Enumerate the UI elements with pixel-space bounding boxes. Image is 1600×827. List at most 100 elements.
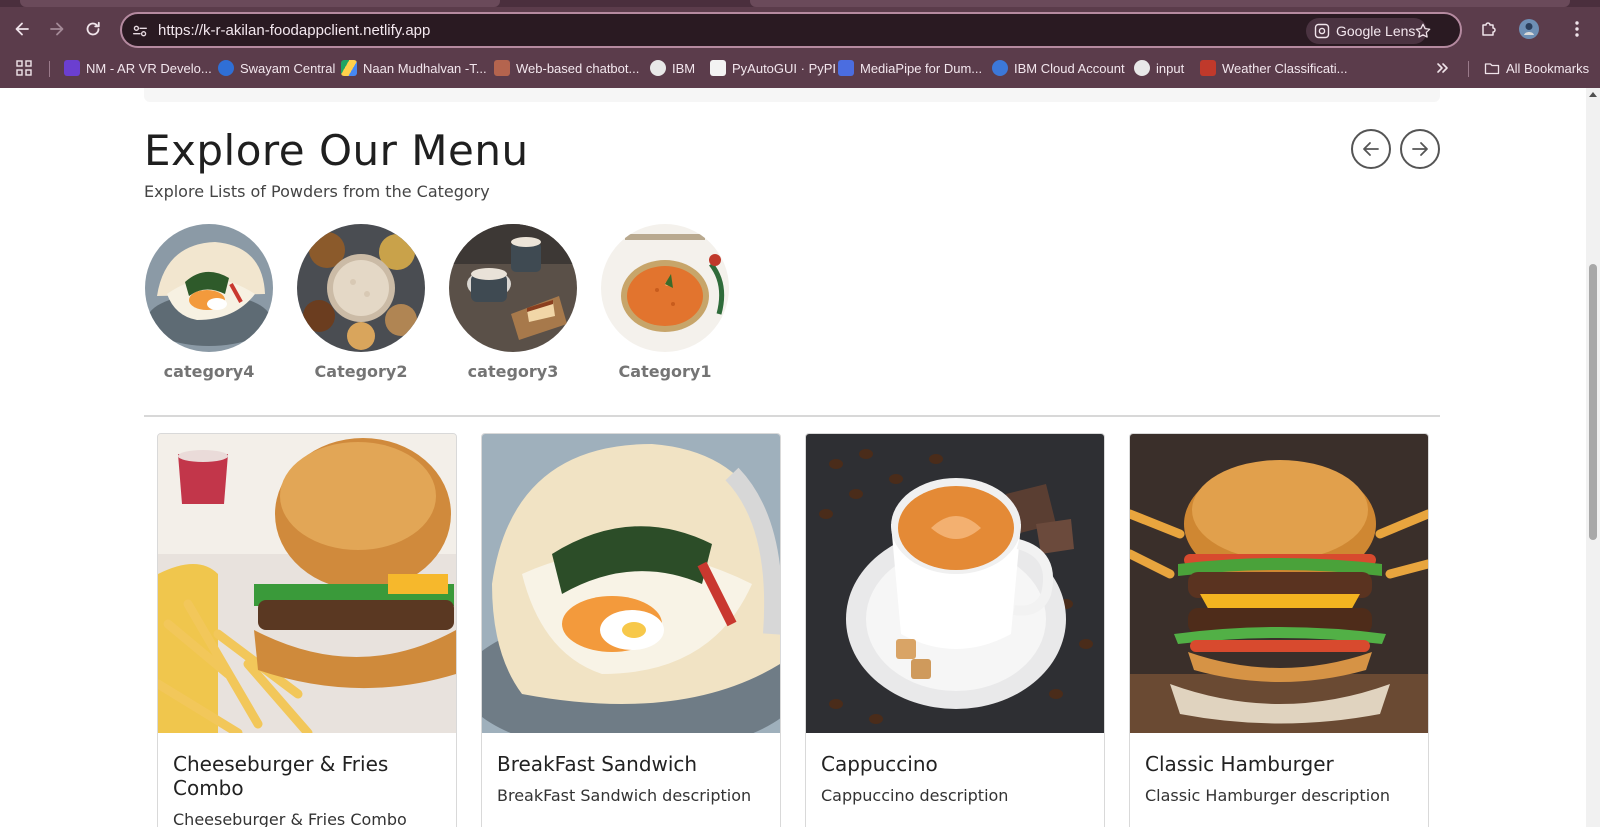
category-image[interactable] xyxy=(297,224,425,352)
arrow-left-icon xyxy=(15,22,29,36)
category-image[interactable] xyxy=(449,224,577,352)
bookmark-label: Web-based chatbot... xyxy=(516,60,640,76)
reload-icon xyxy=(86,21,100,36)
tab[interactable] xyxy=(750,0,1570,7)
category-image[interactable] xyxy=(601,224,729,352)
lens-icon xyxy=(1314,23,1330,39)
bookmark-item[interactable]: Web-based chatbot... xyxy=(494,55,639,81)
food-title[interactable]: Cappuccino xyxy=(821,752,1091,776)
carousel-prev-button[interactable] xyxy=(1351,129,1391,169)
food-description: Cappuccino description xyxy=(821,786,1009,805)
food-description: Cheeseburger & Fries Combo xyxy=(173,810,407,827)
food-title[interactable]: BreakFast Sandwich xyxy=(497,752,767,776)
forward-button[interactable] xyxy=(42,14,72,44)
food-card[interactable]: Cheeseburger & Fries Combo Cheeseburger … xyxy=(157,433,457,827)
bookmark-item[interactable]: IBM Cloud Account xyxy=(992,55,1125,81)
food-image[interactable] xyxy=(482,434,780,733)
bookmark-label: Weather Classificati... xyxy=(1222,60,1348,76)
bookmark-item[interactable]: IBM xyxy=(650,55,695,81)
bookmark-label: MediaPipe for Dum... xyxy=(860,60,983,76)
food-description: BreakFast Sandwich description xyxy=(497,786,752,805)
address-bar[interactable]: https://k-r-akilan-foodappclient.netlify… xyxy=(120,12,1462,48)
bookmark-favicon-icon xyxy=(1200,60,1216,76)
bookmark-label: Naan Mudhalvan -T... xyxy=(363,60,487,76)
category-item[interactable]: category4 xyxy=(145,224,273,381)
page-content: Explore Our Menu Explore Lists of Powder… xyxy=(0,88,1586,827)
food-card[interactable]: BreakFast Sandwich BreakFast Sandwich de… xyxy=(481,433,781,827)
browser-chrome: https://k-r-akilan-foodappclient.netlify… xyxy=(0,0,1600,88)
category-label[interactable]: Category1 xyxy=(601,362,729,381)
bookmark-label: input xyxy=(1156,60,1185,76)
bookmark-item[interactable]: Weather Classificati... xyxy=(1200,55,1347,81)
google-lens-button[interactable]: Google Lens xyxy=(1306,18,1428,44)
food-image[interactable] xyxy=(1130,434,1428,733)
bookmarks-separator xyxy=(1468,61,1469,77)
bookmark-star-button[interactable] xyxy=(1412,20,1434,42)
food-title[interactable]: Classic Hamburger xyxy=(1145,752,1415,776)
scrollbar-thumb[interactable] xyxy=(1589,264,1597,540)
category-label[interactable]: Category2 xyxy=(297,362,425,381)
bookmarks-separator xyxy=(49,61,50,77)
tab-strip xyxy=(0,0,1600,7)
bookmark-favicon-icon xyxy=(218,60,234,76)
menu-title: Explore Our Menu xyxy=(144,126,529,175)
food-card[interactable]: Classic Hamburger Classic Hamburger desc… xyxy=(1129,433,1429,827)
section-divider xyxy=(144,415,1440,417)
reload-button[interactable] xyxy=(78,14,108,44)
mediapipe-icon xyxy=(838,60,854,76)
drive-icon xyxy=(341,60,357,76)
arrow-right-icon xyxy=(1412,142,1428,156)
food-image[interactable] xyxy=(158,434,456,733)
profile-avatar[interactable] xyxy=(1514,14,1544,44)
bookmark-item[interactable]: Naan Mudhalvan -T... xyxy=(341,55,487,81)
category-item[interactable]: category3 xyxy=(449,224,577,381)
previous-section-edge xyxy=(144,88,1440,102)
kebab-menu-icon xyxy=(1575,21,1579,37)
bookmark-item[interactable]: MediaPipe for Dum... xyxy=(838,55,982,81)
category-label[interactable]: category3 xyxy=(449,362,577,381)
page-scrollbar[interactable] xyxy=(1586,88,1600,827)
extensions-button[interactable] xyxy=(1474,14,1504,44)
food-image[interactable] xyxy=(806,434,1104,733)
bookmark-favicon-icon xyxy=(64,60,80,76)
category-item[interactable]: Category1 xyxy=(601,224,729,381)
food-title[interactable]: Cheeseburger & Fries Combo xyxy=(173,752,443,800)
star-icon xyxy=(1415,23,1431,38)
site-info-icon[interactable] xyxy=(130,21,150,41)
chevron-double-right-icon xyxy=(1437,63,1448,73)
scroll-up-icon[interactable] xyxy=(1589,92,1597,97)
bookmark-favicon-icon xyxy=(494,60,510,76)
arrow-left-icon xyxy=(1363,142,1379,156)
category-label[interactable]: category4 xyxy=(145,362,273,381)
globe-icon xyxy=(650,60,666,76)
more-bookmarks-button[interactable] xyxy=(1436,55,1450,81)
category-image[interactable] xyxy=(145,224,273,352)
category-item[interactable]: Category2 xyxy=(297,224,425,381)
all-bookmarks-label: All Bookmarks xyxy=(1506,60,1590,76)
back-button[interactable] xyxy=(7,14,37,44)
puzzle-icon xyxy=(1482,22,1496,36)
browser-menu-button[interactable] xyxy=(1562,14,1592,44)
pypi-icon xyxy=(710,60,726,76)
bookmark-label: IBM Cloud Account xyxy=(1014,60,1125,76)
bookmark-label: PyAutoGUI · PyPI xyxy=(732,60,837,76)
menu-subtitle: Explore Lists of Powders from the Catego… xyxy=(144,182,490,201)
bookmark-item[interactable]: Swayam Central xyxy=(218,55,335,81)
bookmark-item[interactable]: NM - AR VR Develo... xyxy=(64,55,212,81)
ibm-cloud-icon xyxy=(992,60,1008,76)
bookmark-item[interactable]: input xyxy=(1134,55,1184,81)
bookmarks-bar: NM - AR VR Develo... Swayam Central Naan… xyxy=(0,53,1600,83)
carousel-next-button[interactable] xyxy=(1400,129,1440,169)
food-card[interactable]: Cappuccino Cappuccino description xyxy=(805,433,1105,827)
tab[interactable] xyxy=(20,0,500,7)
apps-button[interactable] xyxy=(16,55,32,81)
folder-icon xyxy=(1484,63,1500,75)
arrow-right-icon xyxy=(50,22,64,36)
food-description: Classic Hamburger description xyxy=(1145,786,1391,805)
url-text[interactable]: https://k-r-akilan-foodappclient.netlify… xyxy=(158,22,430,39)
all-bookmarks-button[interactable]: All Bookmarks xyxy=(1484,55,1589,81)
bookmark-label: IBM xyxy=(672,60,696,76)
google-lens-label: Google Lens xyxy=(1336,23,1416,39)
bookmark-item[interactable]: PyAutoGUI · PyPI xyxy=(710,55,836,81)
bookmark-label: NM - AR VR Develo... xyxy=(86,60,212,76)
